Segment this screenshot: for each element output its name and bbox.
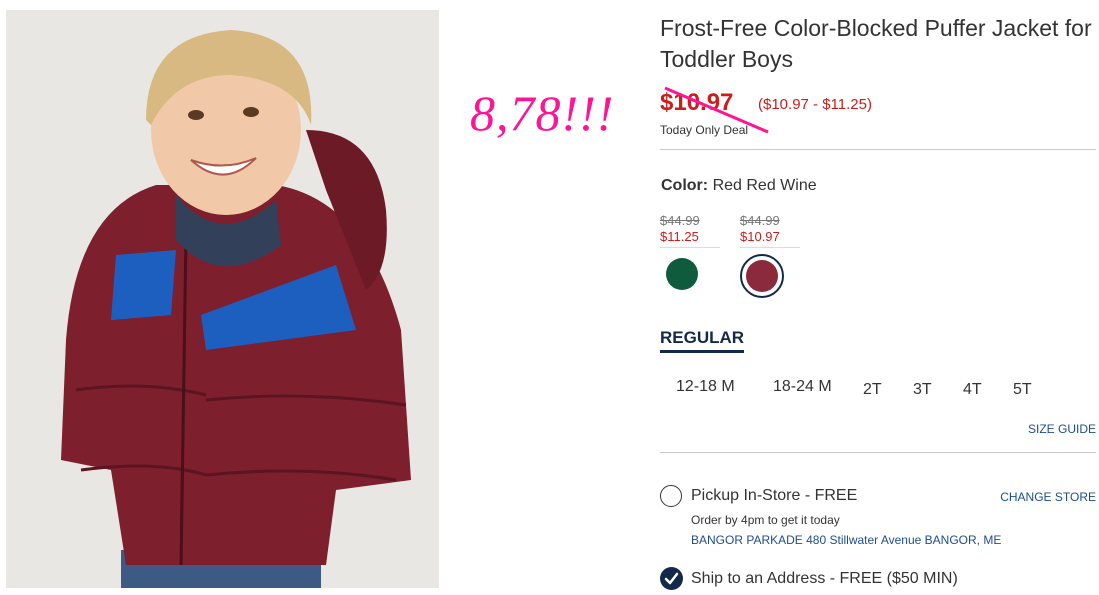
store-address[interactable]: BANGOR PARKADE 480 Stillwater Avenue BAN… <box>691 533 1001 547</box>
color-swatch-red-selected[interactable] <box>740 254 784 298</box>
size-option[interactable]: 18-24 M <box>773 378 832 396</box>
color-label-key: Color: <box>661 177 709 194</box>
color-label: Color: Red Red Wine <box>661 177 817 195</box>
swatch-original-price: $44.99 <box>660 213 700 228</box>
pickup-radio[interactable] <box>660 485 682 507</box>
color-swatch-green[interactable] <box>666 258 698 290</box>
checkmark-icon <box>664 572 679 585</box>
swatch-original-price: $44.99 <box>740 213 780 228</box>
price-annotation: 8,78!!! <box>470 85 615 141</box>
swatch-price: $11.25 <box>660 229 720 248</box>
swatch-price-green: $44.99 $11.25 <box>660 213 720 248</box>
size-guide-link[interactable]: SIZE GUIDE <box>1028 422 1096 436</box>
product-title: Frost-Free Color-Blocked Puffer Jacket f… <box>660 15 1092 72</box>
price-range: ($10.97 - $11.25) <box>758 96 872 113</box>
order-by-note: Order by 4pm to get it today <box>691 513 840 527</box>
tab-regular[interactable]: REGULAR <box>660 328 745 353</box>
color-selected-name: Red Red Wine <box>712 177 817 194</box>
product-image[interactable] <box>6 10 439 588</box>
swatch-price: $10.97 <box>740 229 800 248</box>
pickup-label[interactable]: Pickup In-Store - FREE <box>691 487 857 505</box>
color-swatch-fill <box>746 260 778 292</box>
size-option[interactable]: 5T <box>1013 381 1032 399</box>
ship-radio-checked[interactable] <box>660 567 683 590</box>
size-option[interactable]: 4T <box>963 381 982 399</box>
change-store-link[interactable]: CHANGE STORE <box>1000 490 1096 504</box>
size-option[interactable]: 2T <box>863 381 882 399</box>
ship-label[interactable]: Ship to an Address - FREE ($50 MIN) <box>691 570 958 588</box>
swatch-price-red: $44.99 $10.97 <box>740 213 800 248</box>
divider <box>660 149 1096 150</box>
deal-label: Today Only Deal <box>660 123 749 137</box>
size-option[interactable]: 3T <box>913 381 932 399</box>
size-option[interactable]: 12-18 M <box>676 378 735 396</box>
sale-price: $10.97 <box>660 89 734 116</box>
divider <box>660 452 1096 453</box>
